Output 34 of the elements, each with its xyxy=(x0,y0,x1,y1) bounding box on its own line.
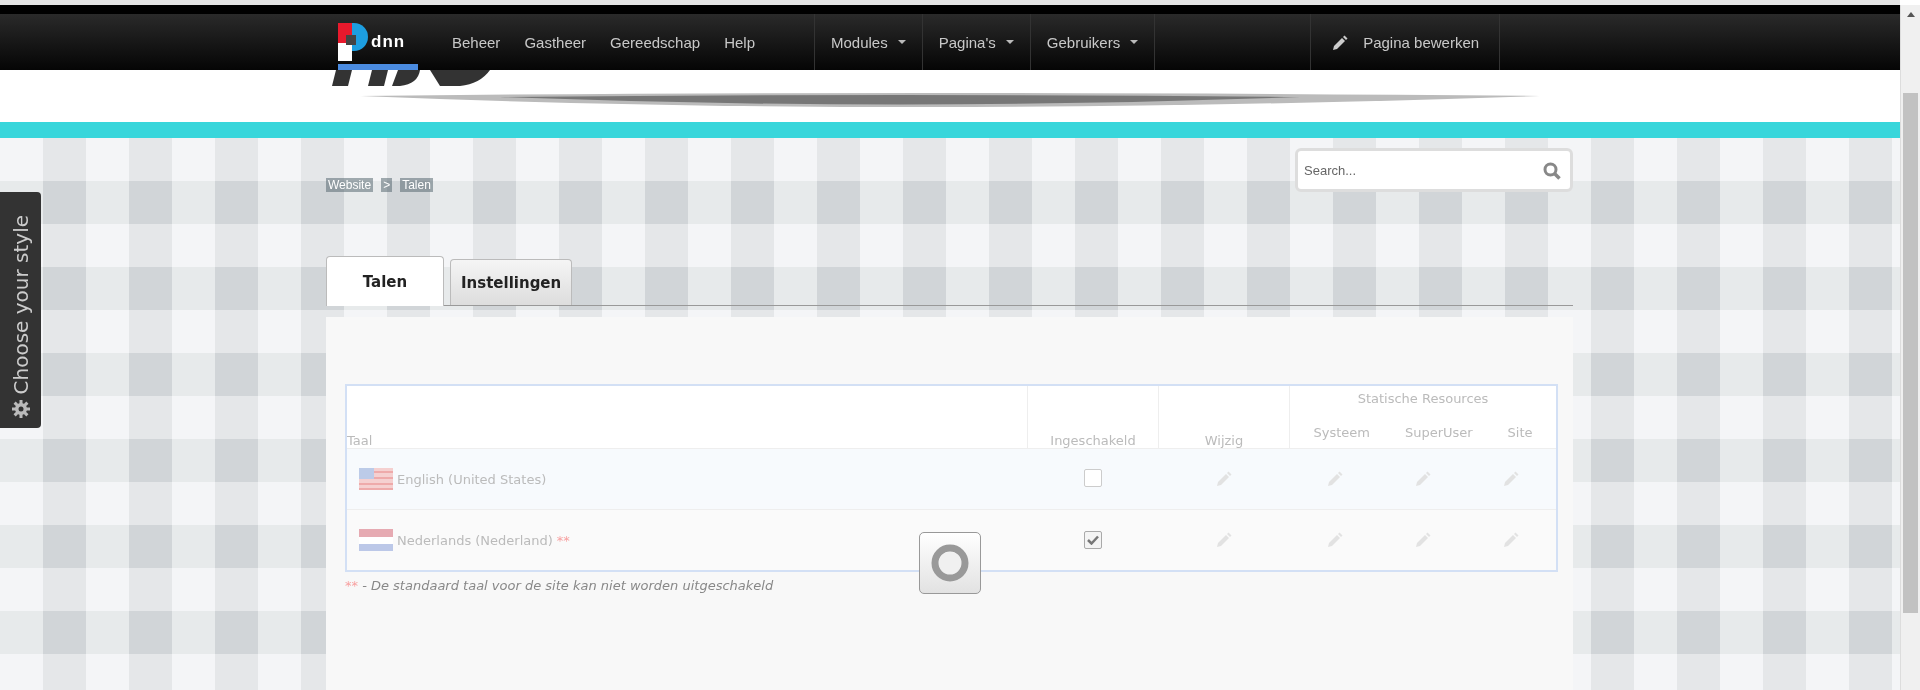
checkbox[interactable] xyxy=(1084,531,1102,549)
scrollbar-thumb[interactable] xyxy=(1903,93,1918,613)
checkbox[interactable] xyxy=(1084,468,1102,487)
flag-icon xyxy=(359,529,393,551)
caret-icon xyxy=(1005,40,1014,44)
pencil-icon xyxy=(1331,33,1350,51)
menu-item[interactable]: Gastheer xyxy=(512,14,599,70)
search-icon xyxy=(1543,162,1561,180)
tab[interactable]: Instellingen xyxy=(450,259,573,305)
language-name: English (United States) xyxy=(397,471,547,487)
column-header: SuperUser xyxy=(1404,425,1473,440)
column-header: Taal xyxy=(346,385,1028,449)
settings-icon xyxy=(11,400,30,418)
checkmark-icon xyxy=(1087,535,1099,545)
arrow-up-icon xyxy=(1906,11,1915,17)
menu-item[interactable]: Beheer xyxy=(440,14,513,70)
spinner-ring-icon xyxy=(930,543,970,583)
footnote: ** - De standaard taal voor de site kan niet worden uitgeschakeld xyxy=(345,578,775,593)
caret-icon xyxy=(897,40,906,44)
tab[interactable]: Talen xyxy=(326,256,444,306)
logo[interactable]: dnn xyxy=(338,14,418,70)
breadcrumb-separator: > xyxy=(381,178,393,192)
style-switcher-tab[interactable]: Choose your style xyxy=(0,192,41,428)
caret-icon xyxy=(1130,40,1139,44)
menu-item[interactable]: Gereedschap xyxy=(598,14,713,70)
footnote-marker: ** xyxy=(556,532,570,548)
flag-icon xyxy=(359,468,393,490)
language-name: Nederlands (Nederland) xyxy=(397,532,553,548)
search-field[interactable]: Search... xyxy=(1295,148,1573,192)
logo-mark-icon xyxy=(338,23,368,61)
menu-item[interactable]: Help xyxy=(712,14,767,70)
column-header: Statische Resources xyxy=(1289,385,1557,408)
column-header: Systeem xyxy=(1313,425,1370,440)
column-header: Site xyxy=(1507,425,1533,440)
